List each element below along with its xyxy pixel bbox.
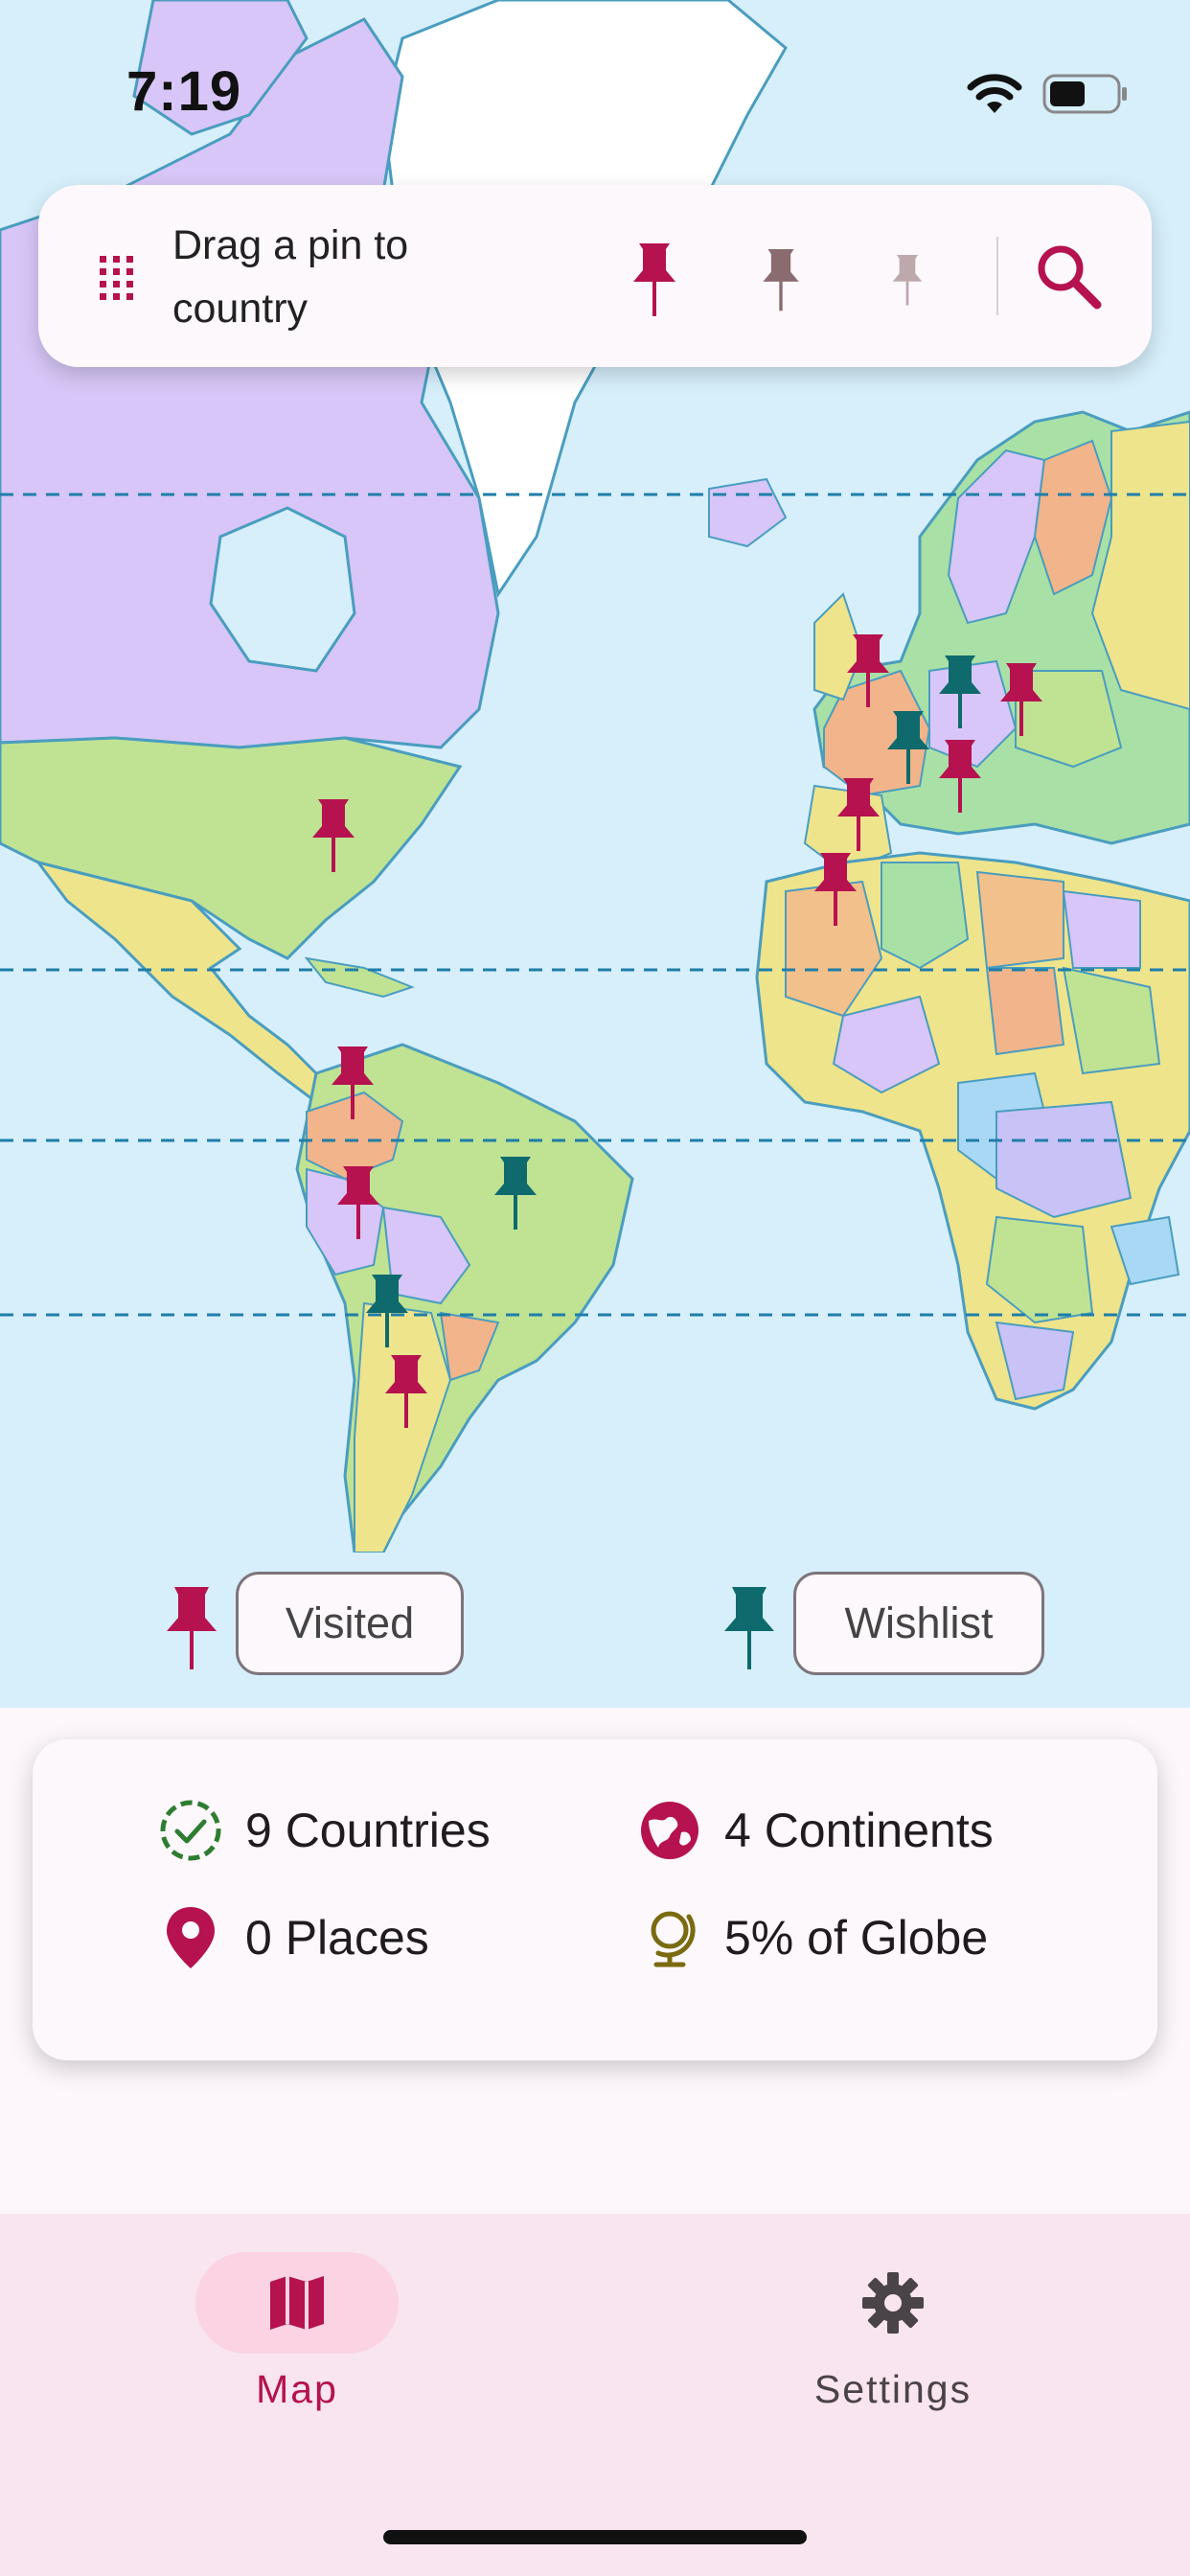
- drag-hint-text: Drag a pin to country: [172, 222, 409, 332]
- stat-globe: 5% of Globe: [636, 1899, 988, 1976]
- desk-globe-icon: [636, 1904, 703, 1971]
- nav-settings-indicator[interactable]: [791, 2252, 995, 2354]
- nav-settings[interactable]: Settings: [749, 2252, 1037, 2444]
- wishlist-button[interactable]: Wishlist: [793, 1572, 1044, 1675]
- bottom-navigation: Map Settings: [0, 2214, 1190, 2576]
- nav-map-indicator[interactable]: [195, 2252, 399, 2354]
- visited-pin[interactable]: [834, 776, 883, 855]
- visited-pin[interactable]: [843, 632, 893, 711]
- gear-icon: [862, 2272, 924, 2334]
- draggable-pin-large[interactable]: [611, 233, 698, 329]
- visited-pin[interactable]: [381, 1353, 431, 1432]
- stat-continents: 4 Continents: [636, 1792, 994, 1869]
- map-icon: [270, 2276, 324, 2330]
- stat-places: 0 Places: [157, 1899, 429, 1976]
- drag-handle-icon[interactable]: [98, 254, 136, 302]
- map-legend: Visited Wishlist: [0, 1572, 1190, 1685]
- visited-button[interactable]: Visited: [236, 1572, 464, 1675]
- travel-stats-card: 9 Countries 4 Continents 0 Places 5% of …: [33, 1739, 1157, 2060]
- globe-filled-icon: [636, 1797, 703, 1864]
- continents-count: 4 Continents: [724, 1804, 994, 1857]
- toolbar-divider: [996, 237, 998, 315]
- pin-icon: [763, 249, 799, 311]
- draggable-pin-medium[interactable]: [738, 233, 824, 329]
- wishlist-legend-pin-icon[interactable]: [722, 1585, 776, 1671]
- wishlist-pin[interactable]: [362, 1273, 412, 1351]
- visited-pin[interactable]: [935, 738, 985, 816]
- visited-pin[interactable]: [811, 851, 860, 930]
- usa[interactable]: [0, 736, 463, 960]
- nav-map-label: Map: [256, 2367, 338, 2411]
- nav-map[interactable]: Map: [153, 2252, 441, 2444]
- search-button[interactable]: [1025, 233, 1111, 319]
- status-time: 7:19: [126, 60, 242, 123]
- location-pin-icon: [157, 1904, 224, 1971]
- places-count: 0 Places: [245, 1911, 429, 1965]
- wishlist-pin[interactable]: [883, 709, 933, 788]
- nav-settings-label: Settings: [813, 2367, 973, 2411]
- check-circle-icon: [157, 1797, 224, 1864]
- visited-pin[interactable]: [328, 1045, 378, 1123]
- visited-pin[interactable]: [309, 797, 358, 876]
- wishlist-pin[interactable]: [935, 654, 985, 732]
- status-bar: 7:19: [0, 0, 1190, 182]
- countries-count: 9 Countries: [245, 1804, 491, 1857]
- wishlist-pin[interactable]: [491, 1155, 540, 1233]
- draggable-pin-small[interactable]: [864, 233, 950, 329]
- visited-legend-pin-icon[interactable]: [165, 1585, 218, 1671]
- wifi-icon: [967, 74, 1022, 113]
- stat-countries: 9 Countries: [157, 1792, 491, 1869]
- globe-percentage: 5% of Globe: [724, 1911, 989, 1965]
- visited-pin[interactable]: [333, 1164, 383, 1243]
- pin-icon: [892, 255, 923, 306]
- battery-icon: [1042, 74, 1127, 114]
- pin-drag-toolbar: Drag a pin to country: [38, 185, 1152, 367]
- search-icon: [1038, 245, 1102, 310]
- home-indicator[interactable]: [383, 2530, 807, 2544]
- visited-pin[interactable]: [996, 661, 1046, 740]
- pin-icon: [633, 243, 675, 316]
